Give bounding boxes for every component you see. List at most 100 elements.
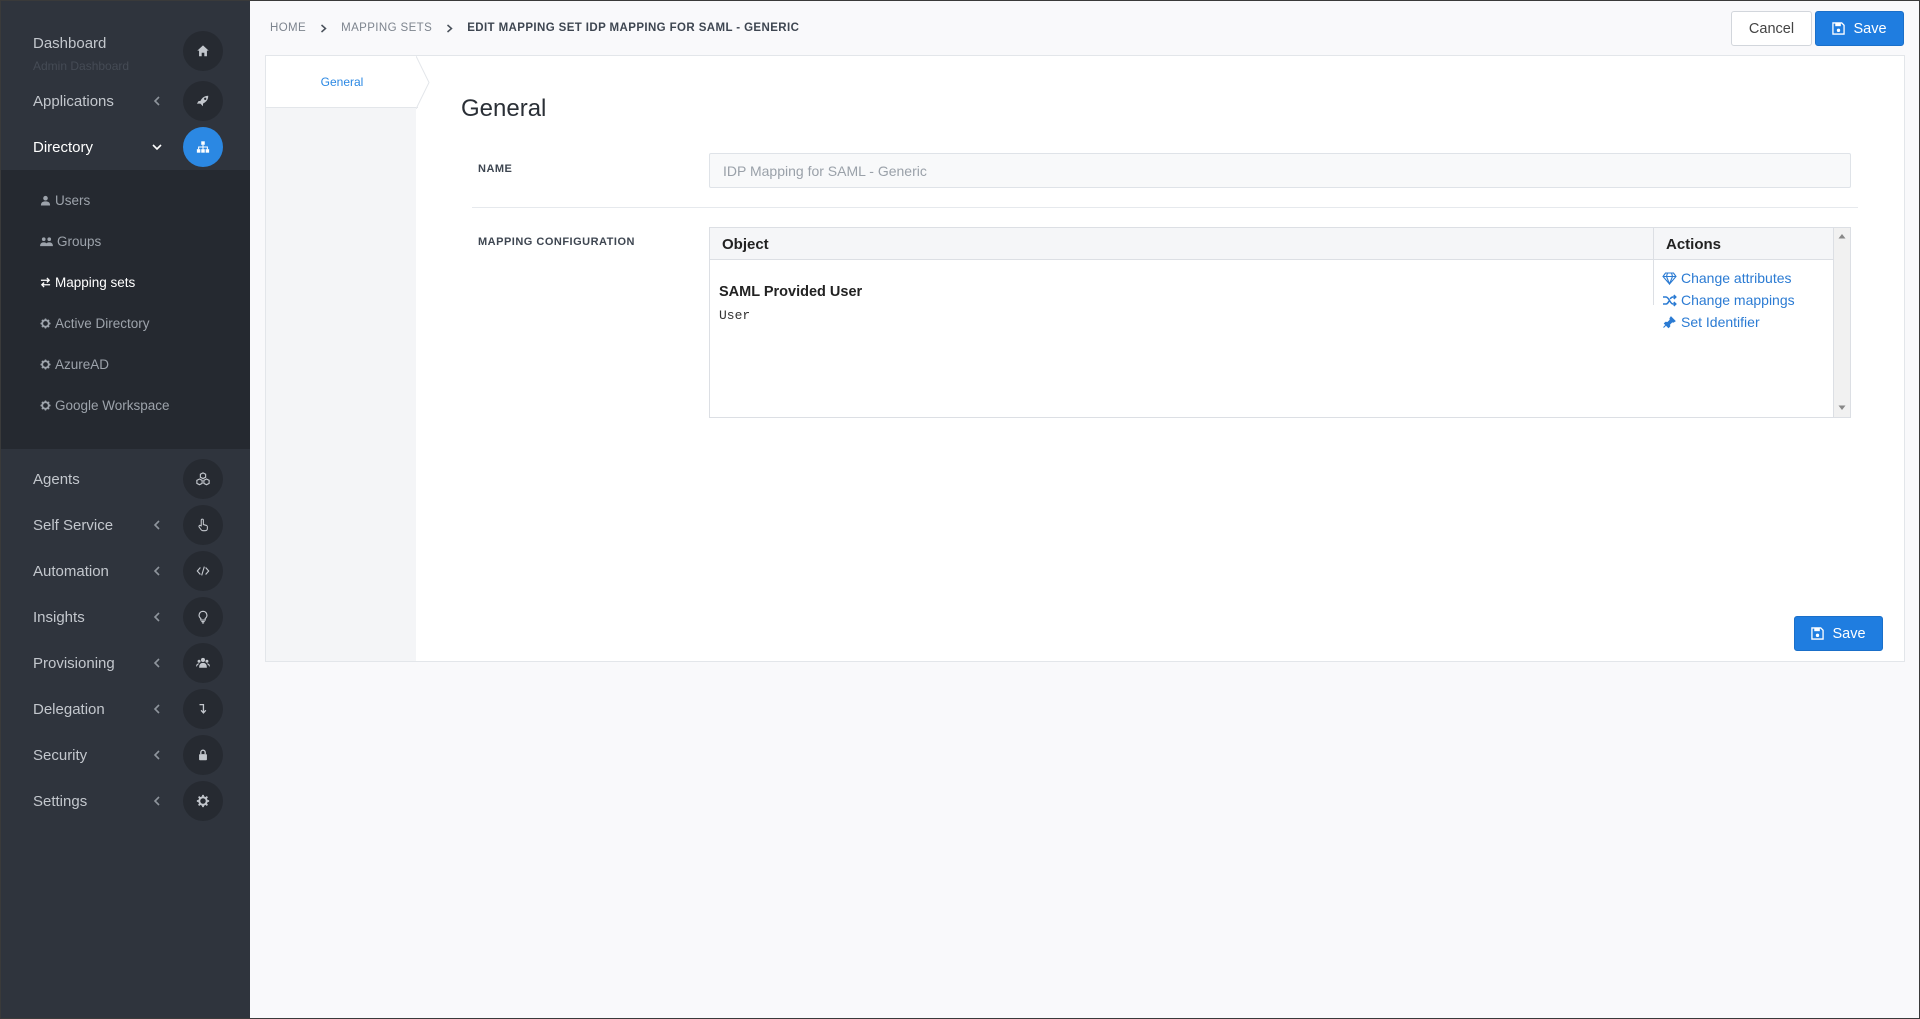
exchange-icon bbox=[40, 276, 51, 288]
sidebar-item-label: Security bbox=[33, 746, 88, 764]
diamond-icon bbox=[1662, 271, 1677, 285]
sidebar-item-label: Dashboard bbox=[33, 35, 107, 52]
subnav-item-label: Google Workspace bbox=[55, 397, 170, 413]
change-attributes-link[interactable]: Change attributes bbox=[1662, 269, 1792, 287]
column-divider bbox=[1653, 228, 1654, 260]
scroll-down-icon[interactable] bbox=[1838, 405, 1846, 411]
chevron-down-icon bbox=[150, 140, 164, 154]
change-mappings-link[interactable]: Change mappings bbox=[1662, 291, 1795, 309]
hand-pointer-icon bbox=[183, 505, 223, 545]
chevron-left-icon bbox=[150, 518, 164, 532]
sidebar-item-applications[interactable]: Applications bbox=[0, 78, 250, 124]
mapping-grid: Object Actions SAML Provided User User C… bbox=[709, 227, 1851, 418]
sidebar-item-label: Insights bbox=[33, 608, 85, 626]
subnav-item-google-workspace[interactable]: Google Workspace bbox=[40, 394, 170, 416]
section-title: General bbox=[461, 95, 547, 122]
sidebar-item-self-service[interactable]: Self Service bbox=[0, 502, 250, 548]
divider bbox=[472, 207, 1858, 208]
level-down-icon bbox=[183, 689, 223, 729]
home-icon bbox=[183, 31, 223, 71]
grid-scrollbar[interactable] bbox=[1833, 228, 1850, 417]
column-divider bbox=[1653, 260, 1654, 305]
sidebar-item-label: Applications bbox=[33, 92, 114, 110]
tab-general[interactable]: General bbox=[266, 56, 418, 108]
subnav-item-label: AzureAD bbox=[55, 356, 110, 372]
cancel-button[interactable]: Cancel bbox=[1731, 11, 1812, 46]
breadcrumb-current: EDIT MAPPING SET IDP MAPPING FOR SAML - … bbox=[467, 22, 800, 34]
breadcrumb: HOME MAPPING SETS EDIT MAPPING SET IDP M… bbox=[270, 20, 799, 36]
subnav-item-groups[interactable]: Groups bbox=[40, 230, 101, 252]
gear-icon bbox=[40, 399, 51, 411]
row-object-title: SAML Provided User bbox=[719, 284, 863, 300]
sidebar-item-label: Automation bbox=[33, 562, 109, 580]
chevron-right-icon bbox=[446, 23, 453, 33]
directory-subnav: Users Groups Mapping sets Active Directo… bbox=[0, 170, 250, 449]
gear-icon bbox=[40, 317, 51, 329]
sidebar-item-label: Provisioning bbox=[33, 654, 115, 672]
action-label: Change mappings bbox=[1681, 292, 1795, 308]
subnav-item-active-directory[interactable]: Active Directory bbox=[40, 312, 150, 334]
sidebar-item-label: Directory bbox=[33, 138, 94, 156]
subnav-item-mapping-sets[interactable]: Mapping sets bbox=[40, 271, 135, 293]
tabs-column bbox=[266, 56, 416, 661]
sidebar-item-label: Self Service bbox=[33, 516, 114, 534]
mapping-configuration-label: MAPPING CONFIGURATION bbox=[478, 236, 635, 248]
subnav-item-users[interactable]: Users bbox=[40, 189, 90, 211]
save-button-bottom[interactable]: Save bbox=[1794, 616, 1883, 651]
lock-icon bbox=[183, 735, 223, 775]
lightbulb-icon bbox=[183, 597, 223, 637]
sidebar-item-automation[interactable]: Automation bbox=[0, 548, 250, 594]
sidebar-item-directory[interactable]: Directory bbox=[0, 124, 250, 170]
dashboard-subtitle: Admin Dashboard bbox=[33, 59, 130, 73]
name-label: NAME bbox=[478, 163, 513, 175]
action-label: Set Identifier bbox=[1681, 314, 1760, 330]
scroll-up-icon[interactable] bbox=[1838, 233, 1846, 239]
sidebar-item-insights[interactable]: Insights bbox=[0, 594, 250, 640]
thumbtack-icon bbox=[1663, 315, 1676, 328]
save-button[interactable]: Save bbox=[1815, 11, 1904, 46]
save-button-label: Save bbox=[1832, 625, 1866, 642]
rocket-icon bbox=[183, 81, 223, 121]
sidebar-item-security[interactable]: Security bbox=[0, 732, 250, 778]
breadcrumb-mapping-sets[interactable]: MAPPING SETS bbox=[341, 22, 432, 34]
save-button-label: Save bbox=[1853, 20, 1887, 37]
column-header-actions[interactable]: Actions bbox=[1666, 228, 1721, 260]
gear-icon bbox=[40, 358, 51, 370]
set-identifier-link[interactable]: Set Identifier bbox=[1662, 313, 1760, 331]
name-input[interactable] bbox=[709, 153, 1851, 188]
cubes-icon bbox=[183, 459, 223, 499]
users-icon bbox=[40, 236, 53, 246]
subnav-item-label: Mapping sets bbox=[55, 274, 136, 290]
user-icon bbox=[40, 195, 51, 206]
breadcrumb-home[interactable]: HOME bbox=[270, 22, 306, 34]
random-icon bbox=[1663, 293, 1677, 307]
chevron-left-icon bbox=[150, 94, 164, 108]
row-object-type: User bbox=[719, 308, 751, 323]
subnav-item-azuread[interactable]: AzureAD bbox=[40, 353, 109, 375]
subnav-item-label: Groups bbox=[57, 233, 102, 249]
save-icon bbox=[1832, 22, 1846, 35]
chevron-right-icon bbox=[320, 23, 327, 33]
chevron-left-icon bbox=[150, 564, 164, 578]
sidebar-item-provisioning[interactable]: Provisioning bbox=[0, 640, 250, 686]
sidebar-item-delegation[interactable]: Delegation bbox=[0, 686, 250, 732]
chevron-left-icon bbox=[150, 702, 164, 716]
gear-icon bbox=[183, 781, 223, 821]
chevron-left-icon bbox=[150, 656, 164, 670]
sidebar-item-label: Delegation bbox=[33, 700, 105, 718]
column-header-object[interactable]: Object bbox=[722, 228, 769, 260]
grid-header: Object Actions bbox=[710, 228, 1834, 260]
sidebar: Dashboard Admin Dashboard Applications D… bbox=[0, 0, 250, 1019]
sitemap-icon bbox=[183, 127, 223, 167]
sidebar-item-agents[interactable]: Agents bbox=[0, 456, 250, 502]
code-icon bbox=[183, 551, 223, 591]
sidebar-item-label: Settings bbox=[33, 792, 88, 810]
chevron-left-icon bbox=[150, 748, 164, 762]
users-icon bbox=[183, 643, 223, 683]
sidebar-item-label: Agents bbox=[33, 470, 80, 488]
sidebar-item-settings[interactable]: Settings bbox=[0, 778, 250, 824]
action-label: Change attributes bbox=[1681, 270, 1792, 286]
subnav-item-label: Active Directory bbox=[55, 315, 150, 331]
subnav-item-label: Users bbox=[55, 192, 91, 208]
chevron-left-icon bbox=[150, 610, 164, 624]
